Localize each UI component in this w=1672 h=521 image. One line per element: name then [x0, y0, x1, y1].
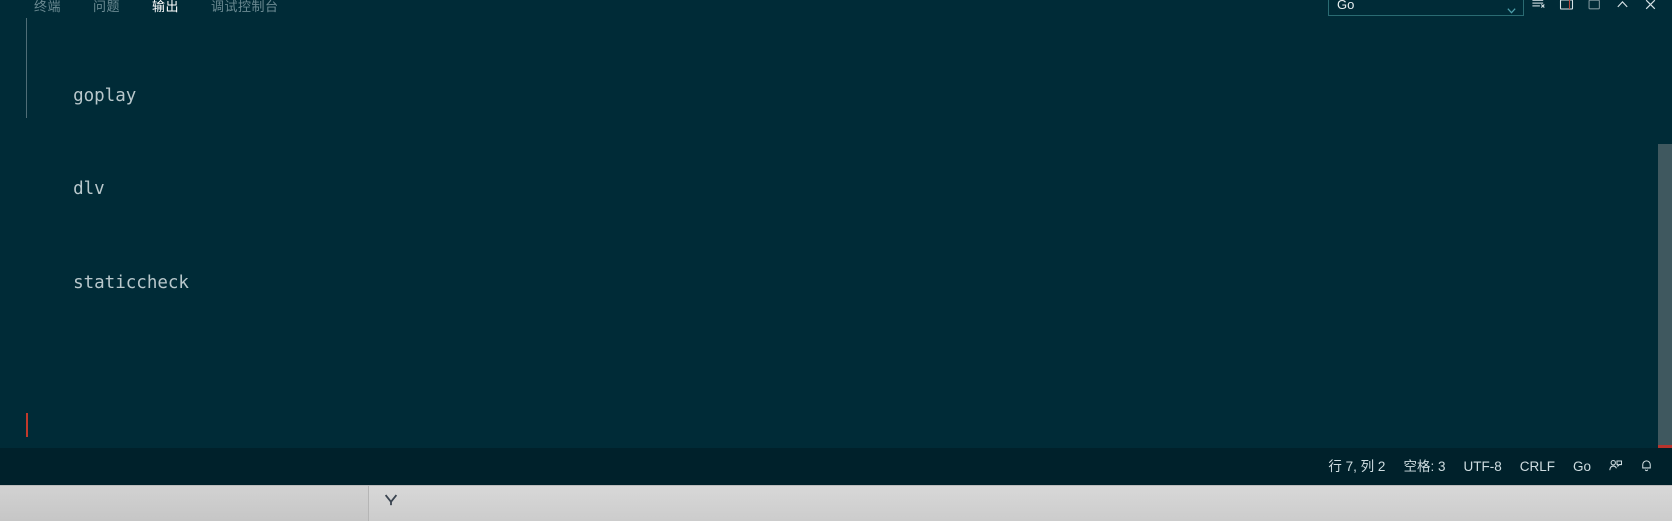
collapse-panel-button[interactable] [1608, 0, 1636, 17]
maximize-panel-icon [1587, 0, 1602, 12]
tab-terminal[interactable]: 终端 [18, 0, 77, 18]
tab-problems-label: 问题 [93, 0, 121, 14]
clear-output-button[interactable] [1524, 0, 1552, 17]
status-editor-eol[interactable]: CRLF [1511, 456, 1564, 478]
output-channel-select[interactable]: Go [1328, 0, 1524, 16]
notifications-bell-icon [1639, 458, 1654, 476]
status-language-mode[interactable]: Go [1564, 456, 1600, 478]
close-icon [1643, 0, 1658, 12]
tab-debug-console[interactable]: 调试控制台 [195, 0, 295, 18]
tab-output[interactable]: 输出 [136, 0, 195, 18]
status-editor-position[interactable]: 行 7, 列 2 [1319, 456, 1394, 478]
output-line: dlv [52, 179, 105, 200]
status-editor-indentation[interactable]: 空格: 3 [1394, 456, 1454, 478]
output-scrollbar-thumb[interactable] [1658, 144, 1672, 448]
output-scrollbar[interactable] [1658, 18, 1672, 448]
feedback-icon [1608, 458, 1623, 476]
status-bar: 行 7, 列 2 空格: 3 UTF-8 CRLF Go [0, 448, 1672, 485]
tab-debug-console-label: 调试控制台 [211, 0, 279, 14]
output-text[interactable]: goplay dlv staticcheck Installing github… [0, 18, 1660, 448]
tab-terminal-label: 终端 [34, 0, 62, 14]
vscode-window: 终端 问题 输出 调试控制台 Go goplay dlv staticcheck… [0, 0, 1672, 521]
taskbar-app-icon [382, 491, 400, 514]
notifications-button[interactable] [1631, 456, 1662, 478]
chevron-up-icon [1615, 0, 1630, 12]
close-panel-button[interactable] [1636, 0, 1664, 17]
open-output-in-editor-button[interactable] [1552, 0, 1580, 17]
output-line: staticcheck [52, 273, 189, 294]
panel-header: 终端 问题 输出 调试控制台 Go [0, 0, 1672, 18]
panel-actions: Go [1328, 0, 1664, 18]
panel-tab-list: 终端 问题 输出 调试控制台 [18, 0, 295, 18]
clear-output-icon [1531, 0, 1546, 12]
taskbar-app-button[interactable] [378, 489, 404, 515]
feedback-button[interactable] [1600, 456, 1631, 478]
status-editor-encoding[interactable]: UTF-8 [1454, 456, 1510, 478]
text-cursor [26, 413, 28, 437]
maximize-panel-button[interactable] [1580, 0, 1608, 17]
tab-problems[interactable]: 问题 [77, 0, 136, 18]
chevron-down-icon [1506, 0, 1517, 14]
tab-output-label: 输出 [152, 0, 180, 14]
os-taskbar [0, 485, 1672, 521]
output-line: goplay [52, 85, 137, 106]
open-editor-icon [1559, 0, 1574, 12]
output-panel-body[interactable]: goplay dlv staticcheck Installing github… [0, 18, 1672, 448]
taskbar-segment[interactable] [0, 486, 369, 521]
output-channel-value: Go [1337, 0, 1355, 12]
